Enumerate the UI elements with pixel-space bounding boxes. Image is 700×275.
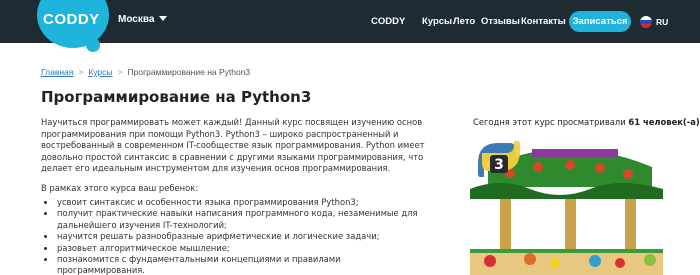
breadcrumb: Главная > Курсы > Программирование на Python…	[41, 67, 250, 77]
logo-bubble-tail	[86, 38, 100, 52]
site-header: CODDY Москва CODDY Курсы Лето Отзывы Кон…	[0, 0, 700, 52]
breadcrumb-separator: >	[117, 67, 123, 77]
nav-item-reviews[interactable]: Отзывы	[481, 16, 520, 27]
course-description: Научиться программировать может каждый! …	[41, 117, 425, 174]
nav-item-contacts[interactable]: Контакты	[521, 16, 566, 27]
city-selector[interactable]: Москва	[118, 14, 168, 25]
views-counter: Сегодня этот курс просматривали 61 челов…	[473, 117, 700, 127]
breadcrumb-current: Программирование на Python3	[127, 67, 251, 77]
nav-item-summer[interactable]: Лето	[453, 16, 475, 27]
city-label: Москва	[118, 14, 155, 25]
course-illustration: 3	[470, 137, 663, 275]
signup-button[interactable]: Записаться	[569, 11, 631, 32]
language-selector[interactable]: RU	[656, 17, 668, 27]
list-item: усвоит синтаксис и особенности языка про…	[41, 197, 426, 208]
views-count: 61 человек(-а)	[628, 117, 700, 127]
page-title: Программирование на Python3	[41, 88, 312, 106]
badge-number: 3	[494, 157, 504, 173]
goals-intro: В рамках этого курса ваш ребенок:	[41, 183, 199, 193]
russia-flag-icon[interactable]	[640, 16, 652, 28]
breadcrumb-separator: >	[78, 67, 84, 77]
site-logo[interactable]: CODDY	[43, 11, 100, 28]
views-prefix: Сегодня этот курс просматривали	[473, 117, 626, 127]
chevron-down-icon	[159, 16, 168, 21]
breadcrumb-home[interactable]: Главная	[41, 67, 73, 77]
breadcrumb-courses[interactable]: Курсы	[88, 67, 112, 77]
goals-list: усвоит синтаксис и особенности языка про…	[41, 197, 426, 275]
list-item: научится решать разнообразные арифметиче…	[41, 231, 426, 242]
nav-item-courses[interactable]: Курсы	[422, 16, 452, 27]
list-item: получит практические навыки написания пр…	[41, 208, 426, 231]
list-item: разовьет алгоритмическое мышление;	[41, 243, 426, 254]
list-item: познакомится с фундаментальными концепци…	[41, 254, 426, 275]
nav-item-coddy[interactable]: CODDY	[371, 16, 405, 27]
